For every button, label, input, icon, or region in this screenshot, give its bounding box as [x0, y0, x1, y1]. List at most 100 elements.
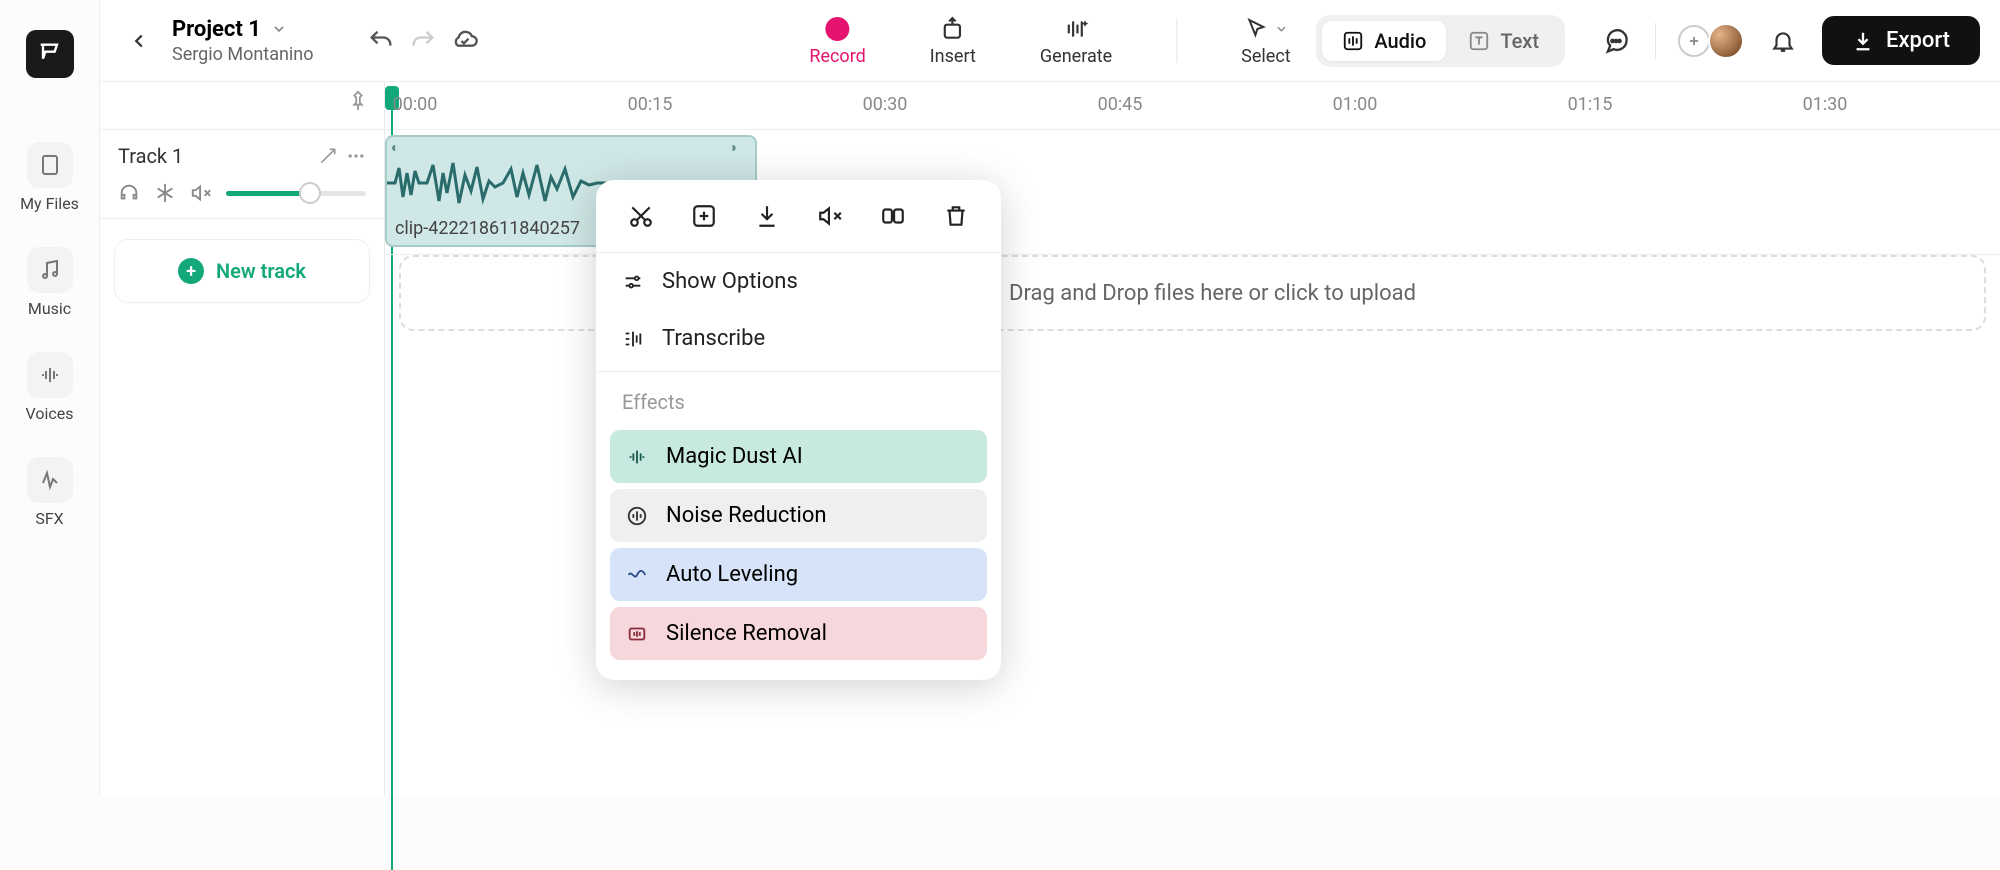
track-header: Track 1 — [100, 130, 384, 219]
download-button[interactable] — [749, 198, 785, 234]
effects-heading: Effects — [596, 376, 1001, 424]
rail-voices[interactable]: Voices — [26, 352, 74, 423]
add-collaborator-icon — [1678, 25, 1710, 57]
show-options-label: Show Options — [662, 269, 798, 294]
ruler-tick: 01:30 — [1803, 94, 1848, 115]
headphones-icon[interactable] — [118, 182, 140, 204]
transcribe-label: Transcribe — [662, 326, 765, 351]
effect-noise-label: Noise Reduction — [666, 503, 827, 528]
track-name: Track 1 — [118, 144, 183, 168]
select-label: Select — [1241, 46, 1290, 67]
notifications-button[interactable] — [1766, 24, 1800, 58]
select-button[interactable]: Select — [1241, 14, 1290, 67]
ruler-tick: 00:15 — [628, 94, 673, 115]
ruler-tick: 00:00 — [393, 94, 438, 115]
generate-icon — [1063, 14, 1089, 44]
show-options-item[interactable]: Show Options — [596, 253, 1001, 310]
rail-my-files[interactable]: My Files — [20, 142, 79, 213]
record-button[interactable]: Record — [809, 14, 865, 67]
music-icon — [27, 247, 73, 293]
export-button[interactable]: Export — [1822, 16, 1980, 65]
project-block[interactable]: Project 1 Sergio Montanino — [172, 17, 314, 65]
insert-label: Insert — [930, 46, 976, 67]
project-owner: Sergio Montanino — [172, 44, 314, 65]
ruler-tick: 00:30 — [863, 94, 908, 115]
cut-button[interactable] — [623, 198, 659, 234]
tracks-panel: Track 1 + New track — [100, 82, 385, 796]
rail-music-label: Music — [28, 299, 71, 318]
track-more-icon[interactable] — [346, 146, 366, 166]
cursor-icon — [1244, 17, 1268, 41]
project-title: Project 1 — [172, 17, 261, 42]
rail-my-files-label: My Files — [20, 194, 79, 213]
silence-icon — [626, 623, 648, 645]
clip-context-menu: Show Options Transcribe Effects Magic Du… — [596, 180, 1001, 680]
volume-thumb[interactable] — [299, 182, 321, 204]
mode-audio[interactable]: Audio — [1322, 21, 1446, 61]
new-track-button[interactable]: + New track — [114, 239, 370, 303]
delete-button[interactable] — [938, 198, 974, 234]
effect-auto-leveling[interactable]: Auto Leveling — [610, 548, 987, 601]
topbar: Project 1 Sergio Montanino Record Insert… — [100, 0, 2000, 82]
record-icon — [826, 17, 850, 41]
effect-magic-label: Magic Dust AI — [666, 444, 803, 469]
transcribe-item[interactable]: Transcribe — [596, 310, 1001, 367]
noise-icon — [626, 505, 648, 527]
ruler-tick: 00:45 — [1098, 94, 1143, 115]
rail-voices-label: Voices — [26, 404, 74, 423]
volume-slider[interactable] — [226, 191, 366, 196]
track-fx-icon[interactable] — [318, 146, 338, 166]
left-rail: My Files Music Voices SFX — [0, 0, 100, 796]
generate-button[interactable]: Generate — [1040, 14, 1112, 67]
effect-auto-label: Auto Leveling — [666, 562, 798, 587]
clip-label: clip-422218611840257 — [395, 218, 580, 239]
insert-icon — [940, 14, 966, 44]
voices-icon — [27, 352, 73, 398]
redo-button[interactable] — [406, 24, 440, 58]
effect-noise-reduction[interactable]: Noise Reduction — [610, 489, 987, 542]
sfx-icon — [27, 457, 73, 503]
pin-icon[interactable] — [347, 90, 369, 112]
export-label: Export — [1886, 28, 1950, 53]
snowflake-icon[interactable] — [154, 182, 176, 204]
collaborators[interactable] — [1678, 23, 1744, 59]
duplicate-button[interactable] — [875, 198, 911, 234]
new-track-label: New track — [216, 259, 306, 283]
effect-silence-label: Silence Removal — [666, 621, 827, 646]
app-logo[interactable] — [26, 30, 74, 78]
time-ruler[interactable]: 00:00 00:15 00:30 00:45 01:00 01:15 01:3… — [385, 82, 2000, 130]
insert-button[interactable]: Insert — [930, 14, 976, 67]
center-actions: Record Insert Generate Select — [809, 14, 1290, 67]
chevron-down-icon — [1274, 22, 1288, 36]
mute-icon[interactable] — [190, 182, 212, 204]
sliders-icon — [622, 271, 644, 293]
transcribe-icon — [622, 328, 644, 350]
generate-label: Generate — [1040, 46, 1112, 67]
files-icon — [27, 142, 73, 188]
ruler-tick: 01:00 — [1333, 94, 1378, 115]
text-icon — [1468, 30, 1490, 52]
ruler-tick: 01:15 — [1568, 94, 1613, 115]
leveling-icon — [626, 564, 648, 586]
plus-icon: + — [178, 258, 204, 284]
undo-button[interactable] — [364, 24, 398, 58]
rail-music[interactable]: Music — [27, 247, 73, 318]
back-button[interactable] — [120, 22, 158, 60]
cloud-sync-button[interactable] — [448, 24, 482, 58]
add-button[interactable] — [686, 198, 722, 234]
dropzone-text: Drag and Drop files here or click to upl… — [1009, 281, 1416, 306]
mute-clip-button[interactable] — [812, 198, 848, 234]
audio-icon — [1342, 30, 1364, 52]
avatar — [1708, 23, 1744, 59]
record-label: Record — [809, 46, 865, 67]
rail-sfx-label: SFX — [35, 509, 63, 528]
mode-text[interactable]: Text — [1448, 21, 1559, 61]
effect-silence-removal[interactable]: Silence Removal — [610, 607, 987, 660]
rail-sfx[interactable]: SFX — [27, 457, 73, 528]
mode-text-label: Text — [1500, 29, 1539, 53]
chevron-down-icon — [271, 21, 287, 37]
sparkle-wave-icon — [626, 446, 648, 468]
mode-toggle: Audio Text — [1316, 15, 1565, 67]
comments-button[interactable] — [1599, 24, 1633, 58]
effect-magic-dust[interactable]: Magic Dust AI — [610, 430, 987, 483]
